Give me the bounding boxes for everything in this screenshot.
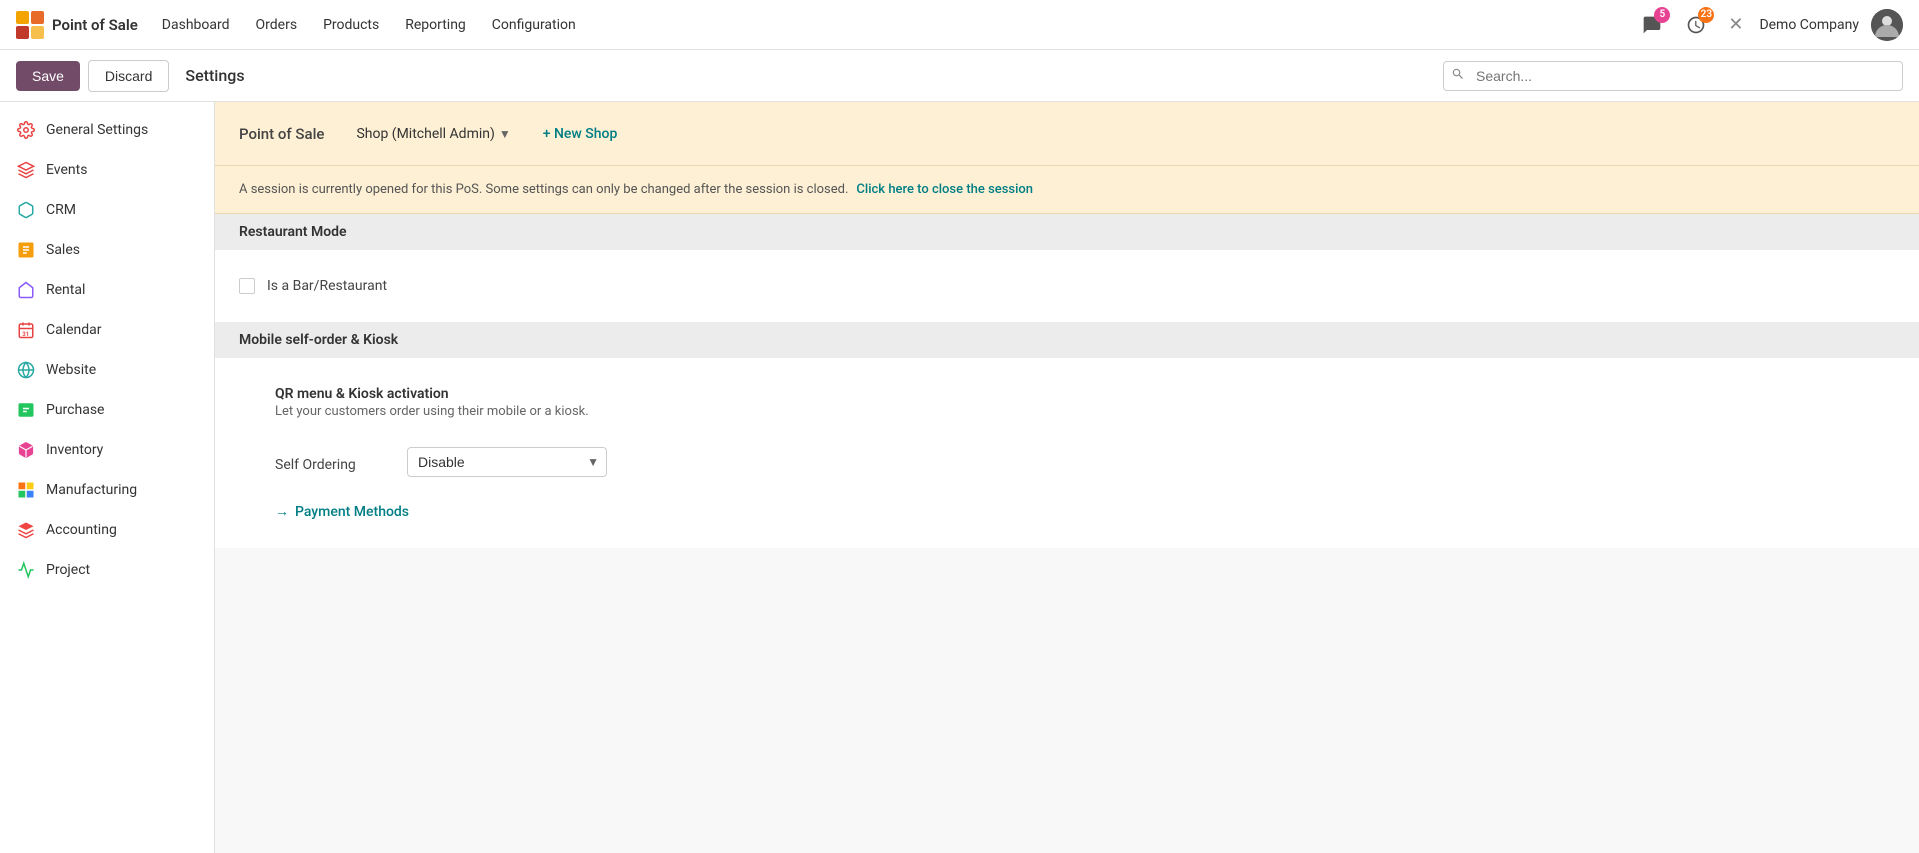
nav-logo[interactable]: Point of Sale <box>16 11 138 39</box>
events-icon <box>16 160 36 180</box>
svg-text:31: 31 <box>22 331 29 338</box>
save-button[interactable]: Save <box>16 61 80 91</box>
sidebar-item-accounting[interactable]: Accounting <box>0 510 214 550</box>
restaurant-mode-body: Is a Bar/Restaurant <box>215 250 1919 322</box>
sidebar-item-sales[interactable]: Sales <box>0 230 214 270</box>
inventory-icon <box>16 440 36 460</box>
nav-dashboard[interactable]: Dashboard <box>150 11 242 39</box>
sidebar-label-sales: Sales <box>46 242 80 258</box>
sidebar-label-purchase: Purchase <box>46 402 104 418</box>
manufacturing-icon <box>16 480 36 500</box>
top-nav: Point of Sale Dashboard Orders Products … <box>0 0 1919 50</box>
sidebar-label-accounting: Accounting <box>46 522 117 538</box>
nav-configuration[interactable]: Configuration <box>480 11 588 39</box>
search-icon <box>1451 67 1465 85</box>
settings-icon <box>16 120 36 140</box>
self-ordering-select[interactable]: Disable Enable <box>407 447 607 477</box>
calendar-icon: 31 <box>16 320 36 340</box>
sidebar-item-calendar[interactable]: 31 Calendar <box>0 310 214 350</box>
self-ordering-row: Self Ordering Disable Enable ▼ <box>275 439 1859 485</box>
bar-restaurant-label: Is a Bar/Restaurant <box>267 278 387 294</box>
payment-methods-arrow-icon: → <box>275 503 289 520</box>
payment-methods-label: Payment Methods <box>295 504 409 520</box>
sidebar-item-events[interactable]: Events <box>0 150 214 190</box>
sidebar-item-website[interactable]: Website <box>0 350 214 390</box>
bar-restaurant-checkbox[interactable] <box>239 278 255 294</box>
warning-text: A session is currently opened for this P… <box>239 182 848 197</box>
main-layout: General Settings Events CRM Sales <box>0 102 1919 853</box>
nav-orders[interactable]: Orders <box>244 11 310 39</box>
crm-icon <box>16 200 36 220</box>
close-session-link[interactable]: Click here to close the session <box>856 182 1033 197</box>
toolbar: Save Discard Settings <box>0 50 1919 102</box>
sidebar-label-crm: CRM <box>46 202 76 218</box>
search-bar <box>1443 61 1903 91</box>
page-title: Settings <box>185 66 244 85</box>
qr-kiosk-info-row: QR menu & Kiosk activation Let your cust… <box>275 378 1859 427</box>
close-button[interactable]: ✕ <box>1724 10 1747 39</box>
website-icon <box>16 360 36 380</box>
self-ordering-label: Self Ordering <box>275 457 395 473</box>
sidebar-item-purchase[interactable]: Purchase <box>0 390 214 430</box>
nav-menu: Dashboard Orders Products Reporting Conf… <box>150 11 1633 39</box>
app-name: Point of Sale <box>52 16 138 34</box>
main-content: Point of Sale Shop (Mitchell Admin) ▼ + … <box>215 102 1919 853</box>
chat-button[interactable]: 5 <box>1636 9 1668 41</box>
qr-kiosk-title: QR menu & Kiosk activation <box>275 386 589 402</box>
avatar-image <box>1871 9 1903 41</box>
kiosk-section-header: Mobile self-order & Kiosk <box>215 322 1919 358</box>
sidebar-label-project: Project <box>46 562 90 578</box>
chat-badge: 5 <box>1654 7 1670 23</box>
sidebar-label-events: Events <box>46 162 87 178</box>
shop-header: Point of Sale Shop (Mitchell Admin) ▼ + … <box>215 102 1919 166</box>
warning-banner: A session is currently opened for this P… <box>215 166 1919 214</box>
kiosk-section-title: Mobile self-order & Kiosk <box>239 332 398 348</box>
sidebar-label-manufacturing: Manufacturing <box>46 482 137 498</box>
search-input[interactable] <box>1443 61 1903 91</box>
sidebar-item-crm[interactable]: CRM <box>0 190 214 230</box>
rental-icon <box>16 280 36 300</box>
sidebar-label-website: Website <box>46 362 96 378</box>
kiosk-section-body: QR menu & Kiosk activation Let your cust… <box>215 358 1919 548</box>
payment-methods-link[interactable]: → Payment Methods <box>275 503 409 520</box>
shop-header-label: Point of Sale <box>239 125 324 143</box>
sidebar-label-inventory: Inventory <box>46 442 103 458</box>
sidebar-item-general-settings[interactable]: General Settings <box>0 110 214 150</box>
self-ordering-select-wrap: Disable Enable ▼ <box>407 447 607 477</box>
activity-badge: 23 <box>1698 7 1714 23</box>
shop-selector[interactable]: Shop (Mitchell Admin) ▼ <box>356 126 510 142</box>
shop-name: Shop (Mitchell Admin) <box>356 126 494 142</box>
sidebar-item-project[interactable]: Project <box>0 550 214 590</box>
shop-dropdown-arrow-icon: ▼ <box>499 127 511 141</box>
sidebar-item-inventory[interactable]: Inventory <box>0 430 214 470</box>
sidebar-item-rental[interactable]: Rental <box>0 270 214 310</box>
user-avatar[interactable] <box>1871 9 1903 41</box>
sidebar: General Settings Events CRM Sales <box>0 102 215 853</box>
sidebar-item-manufacturing[interactable]: Manufacturing <box>0 470 214 510</box>
project-icon <box>16 560 36 580</box>
purchase-icon <box>16 400 36 420</box>
pos-logo-icon <box>16 11 44 39</box>
nav-products[interactable]: Products <box>311 11 391 39</box>
accounting-icon <box>16 520 36 540</box>
new-shop-button[interactable]: + New Shop <box>543 126 618 142</box>
payment-methods-row: → Payment Methods <box>275 495 1859 528</box>
sidebar-label-rental: Rental <box>46 282 85 298</box>
sidebar-label-general-settings: General Settings <box>46 122 148 138</box>
activity-button[interactable]: 23 <box>1680 9 1712 41</box>
bar-restaurant-row: Is a Bar/Restaurant <box>239 270 1895 302</box>
qr-kiosk-text: QR menu & Kiosk activation Let your cust… <box>275 386 589 419</box>
restaurant-mode-title: Restaurant Mode <box>239 224 347 240</box>
nav-reporting[interactable]: Reporting <box>393 11 478 39</box>
sales-icon <box>16 240 36 260</box>
discard-button[interactable]: Discard <box>88 60 169 92</box>
restaurant-mode-header: Restaurant Mode <box>215 214 1919 250</box>
company-name: Demo Company <box>1759 17 1859 33</box>
qr-kiosk-desc: Let your customers order using their mob… <box>275 404 589 419</box>
sidebar-label-calendar: Calendar <box>46 322 102 338</box>
nav-right: 5 23 ✕ Demo Company <box>1636 9 1903 41</box>
